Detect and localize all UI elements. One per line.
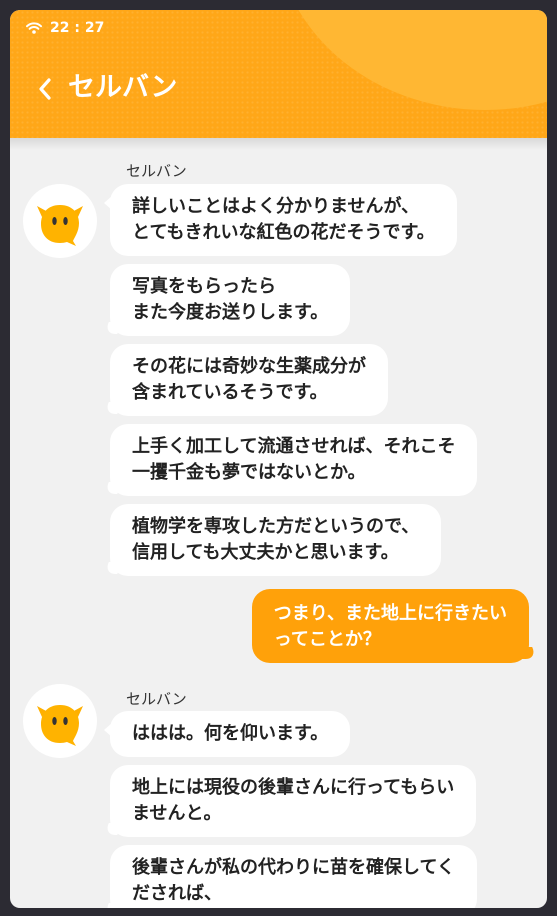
message-bubble[interactable]: 上手く加工して流通させれば、それこそ 一攫千金も夢ではないとか。 — [110, 424, 478, 496]
message-bubble[interactable]: 後輩さんが私の代わりに苗を確保してく だされば、 — [110, 845, 477, 908]
message-list[interactable]: セルバン 詳しいことはよく分かりませんが、 とてもきれいな紅色の花だそうです。 … — [10, 138, 547, 908]
phone-screen: 22 : 27 セルバン セルバン 詳しいことはよく分かりませんが、 とてもきれ… — [10, 10, 547, 908]
yellow-mascot-icon — [37, 705, 83, 746]
message-bubble[interactable]: 写真をもらったら また今度お送りします。 — [110, 264, 351, 336]
status-bar: 22 : 27 — [26, 19, 104, 37]
status-time: 22 : 27 — [50, 20, 105, 36]
chevron-left-icon — [39, 78, 51, 100]
avatar[interactable] — [23, 684, 97, 758]
chat-header: 22 : 27 セルバン — [10, 10, 547, 138]
avatar[interactable] — [23, 184, 97, 258]
header-decoration — [275, 10, 547, 110]
sender-name: セルバン — [126, 690, 187, 708]
message-bubble[interactable]: 植物学を専攻した方だというので、 信用しても大丈夫かと思います。 — [110, 504, 442, 576]
back-button[interactable] — [34, 74, 56, 104]
sender-name: セルバン — [126, 162, 187, 180]
message-bubble[interactable]: 詳しいことはよく分かりませんが、 とてもきれいな紅色の花だそうです。 — [104, 184, 457, 256]
message-bubble[interactable]: ははは。何を仰います。 — [103, 711, 351, 757]
message-bubble[interactable]: その花には奇妙な生薬成分が 含まれているそうです。 — [110, 344, 388, 416]
wifi-icon — [26, 22, 42, 34]
header-shadow — [10, 138, 547, 150]
message-bubble[interactable]: 地上には現役の後輩さんに行ってもらい ませんと。 — [110, 765, 477, 837]
my-message-bubble[interactable]: つまり、また地上に行きたい ってことか？ — [251, 589, 529, 663]
page-title: セルバン — [68, 72, 178, 103]
yellow-mascot-icon — [37, 205, 83, 246]
